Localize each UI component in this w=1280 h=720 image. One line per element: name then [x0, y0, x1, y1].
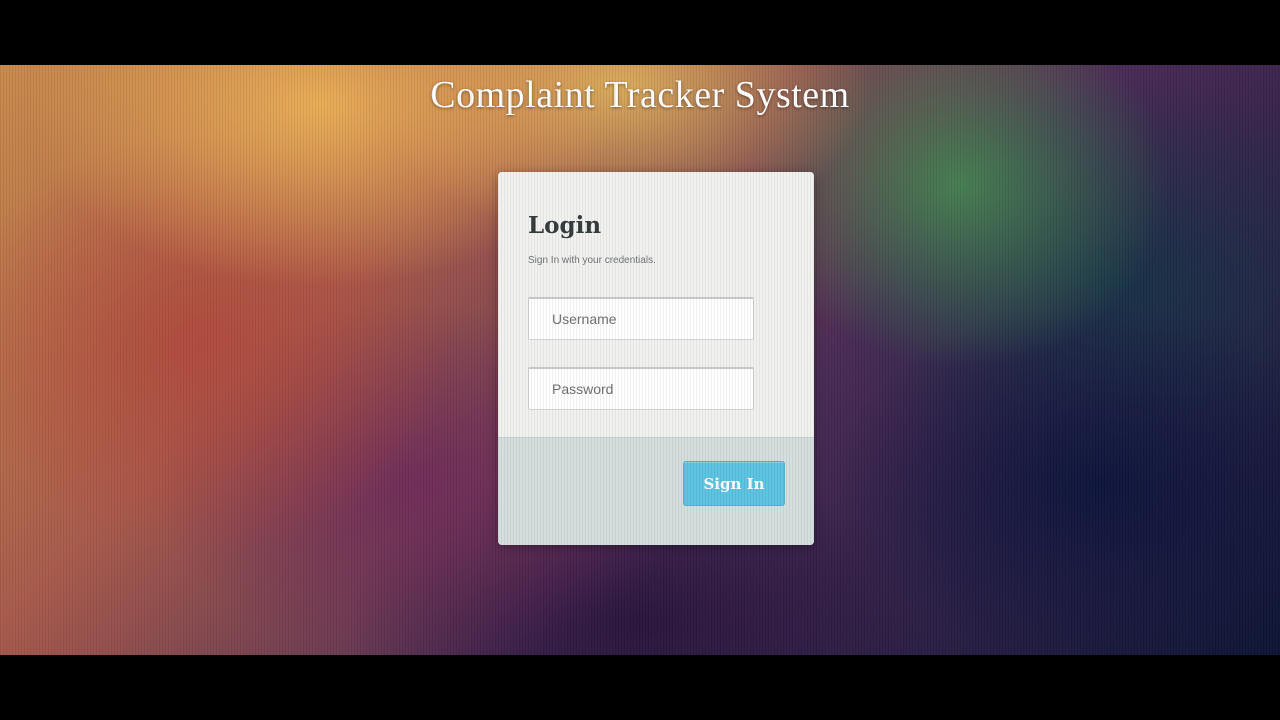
- page-background: Complaint Tracker System Login Sign In w…: [0, 65, 1280, 655]
- login-card-footer: Sign In: [498, 437, 814, 545]
- login-card-body: Login Sign In with your credentials.: [498, 172, 814, 437]
- login-subtitle: Sign In with your credentials.: [528, 255, 656, 266]
- login-heading: Login: [528, 212, 602, 239]
- login-card: Login Sign In with your credentials. Sig…: [498, 172, 814, 545]
- letterbox-top: [0, 0, 1280, 65]
- app-title: Complaint Tracker System: [430, 74, 850, 116]
- letterbox-bottom: [0, 655, 1280, 720]
- sign-in-button[interactable]: Sign In: [683, 461, 785, 506]
- password-input[interactable]: [528, 367, 754, 410]
- username-input[interactable]: [528, 297, 754, 340]
